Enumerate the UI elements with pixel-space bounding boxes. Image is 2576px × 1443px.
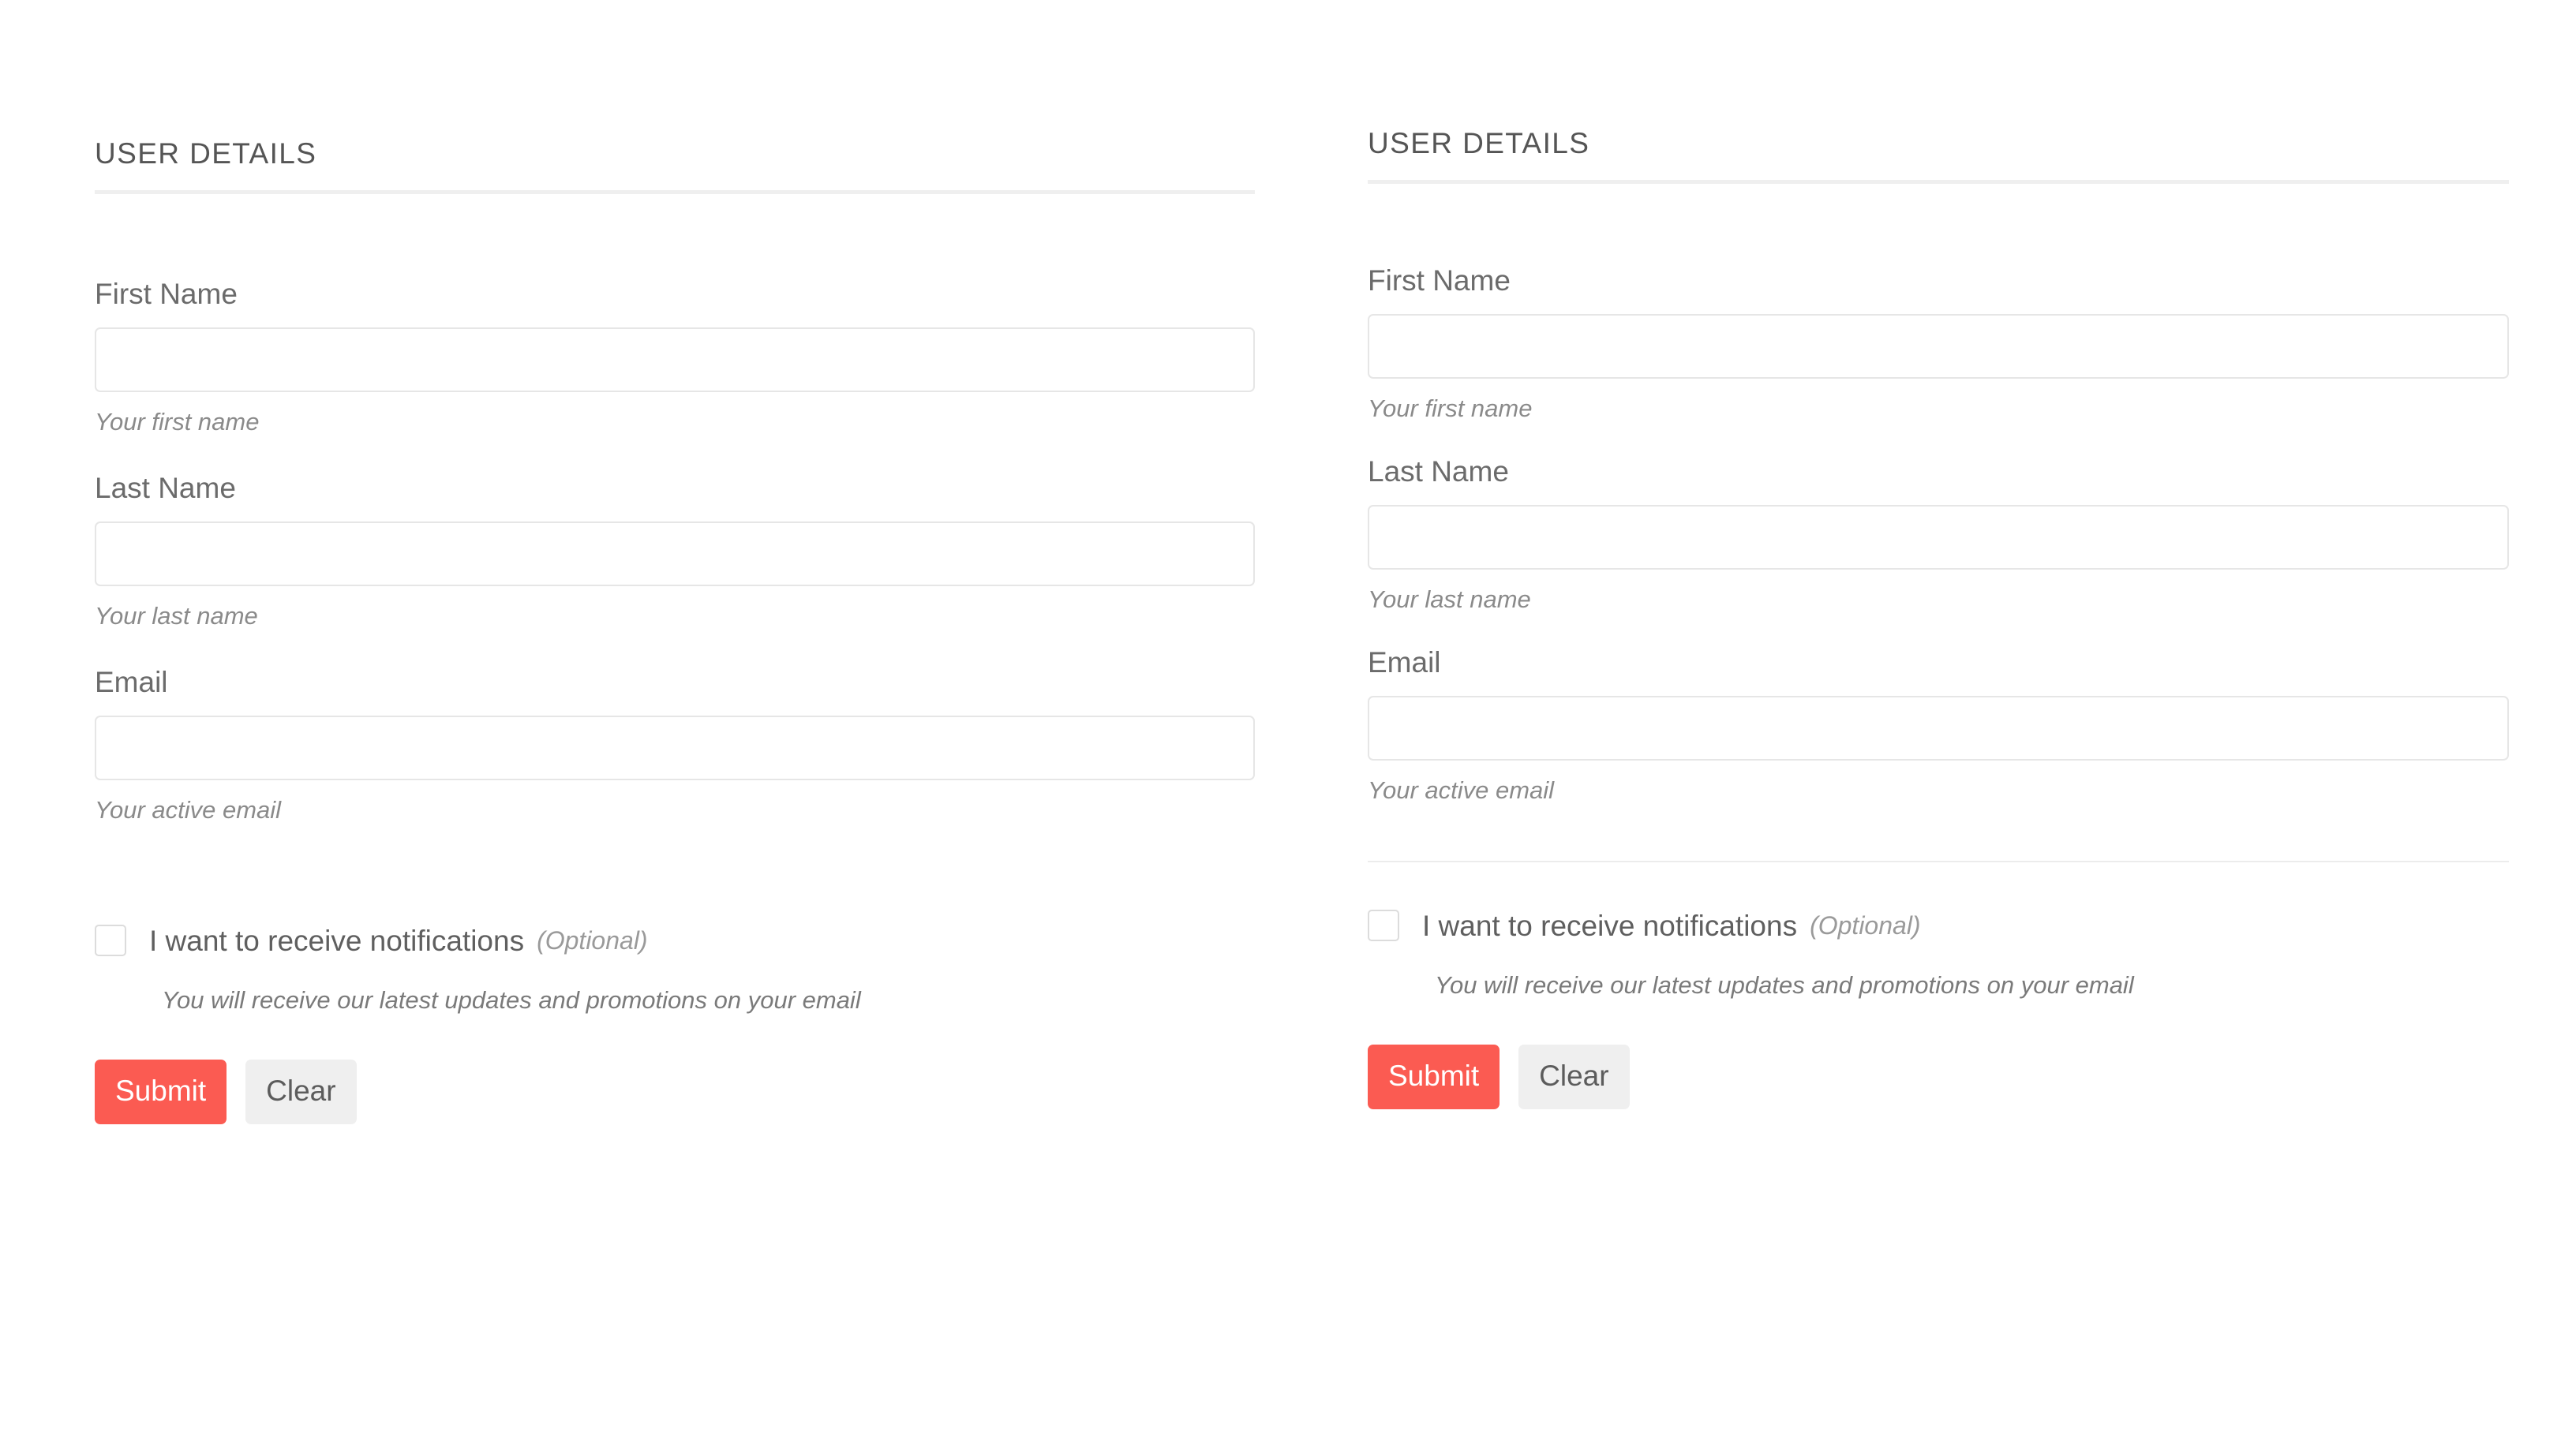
email-input[interactable] [1368, 696, 2509, 761]
field-group-last-name: Last Name Your last name [1368, 457, 2509, 611]
notifications-label: I want to receive notifications [149, 924, 525, 957]
field-group-email: Email Your active email [1368, 648, 2509, 802]
page-canvas: USER DETAILS First Name Your first name … [0, 0, 2576, 1443]
form-actions-right: Submit Clear [1368, 997, 2509, 1109]
field-group-last-name: Last Name Your last name [95, 473, 1255, 628]
first-name-help: Your first name [95, 408, 260, 436]
first-name-help: Your first name [1368, 394, 1533, 422]
submit-button[interactable]: Submit [95, 1060, 227, 1124]
email-label: Email [1368, 646, 1441, 679]
submit-button[interactable]: Submit [1368, 1045, 1500, 1109]
clear-button[interactable]: Clear [245, 1060, 357, 1124]
user-details-form-left: USER DETAILS First Name Your first name … [95, 139, 1255, 1124]
heading-spacer [1368, 184, 2509, 266]
notifications-checkbox[interactable] [95, 925, 126, 956]
field-group-email: Email Your active email [95, 667, 1255, 822]
email-input[interactable] [95, 716, 1255, 780]
field-spacer [1368, 421, 2509, 457]
last-name-input[interactable] [1368, 505, 2509, 570]
last-name-help: Your last name [95, 602, 258, 630]
notifications-checkbox[interactable] [1368, 910, 1399, 941]
first-name-input[interactable] [1368, 314, 2509, 379]
optional-tag: (Optional) [1810, 910, 1921, 940]
last-name-help: Your last name [1368, 585, 1531, 613]
notifications-help: You will receive our latest updates and … [162, 986, 861, 1014]
clear-button[interactable]: Clear [1518, 1045, 1630, 1109]
notifications-label: I want to receive notifications [1422, 909, 1798, 942]
last-name-label: Last Name [1368, 455, 1509, 488]
email-help: Your active email [95, 796, 282, 824]
user-details-form-right: USER DETAILS First Name Your first name … [1368, 129, 2509, 1109]
section-heading: USER DETAILS [95, 137, 317, 170]
field-group-first-name: First Name Your first name [95, 279, 1255, 434]
notifications-help: You will receive our latest updates and … [1435, 971, 2134, 999]
section-heading: USER DETAILS [1368, 127, 1590, 159]
optional-tag: (Optional) [537, 925, 648, 955]
first-name-input[interactable] [95, 327, 1255, 392]
first-name-label: First Name [95, 278, 238, 310]
notifications-checkbox-row[interactable]: I want to receive notifications (Optiona… [1368, 910, 2509, 941]
field-group-first-name: First Name Your first name [1368, 266, 2509, 421]
pre-divider-spacer [1368, 802, 2509, 861]
email-label: Email [95, 666, 168, 698]
last-name-label: Last Name [95, 472, 236, 504]
last-name-input[interactable] [95, 521, 1255, 586]
form-actions-left: Submit Clear [95, 1012, 1255, 1124]
post-divider-spacer [1368, 862, 2509, 910]
field-spacer [95, 434, 1255, 473]
email-help: Your active email [1368, 776, 1555, 804]
notifications-checkbox-row[interactable]: I want to receive notifications (Optiona… [95, 925, 1255, 956]
first-name-label: First Name [1368, 264, 1511, 297]
heading-spacer [95, 194, 1255, 279]
checkbox-spacer [95, 822, 1255, 925]
field-spacer [1368, 611, 2509, 648]
field-spacer [95, 628, 1255, 667]
